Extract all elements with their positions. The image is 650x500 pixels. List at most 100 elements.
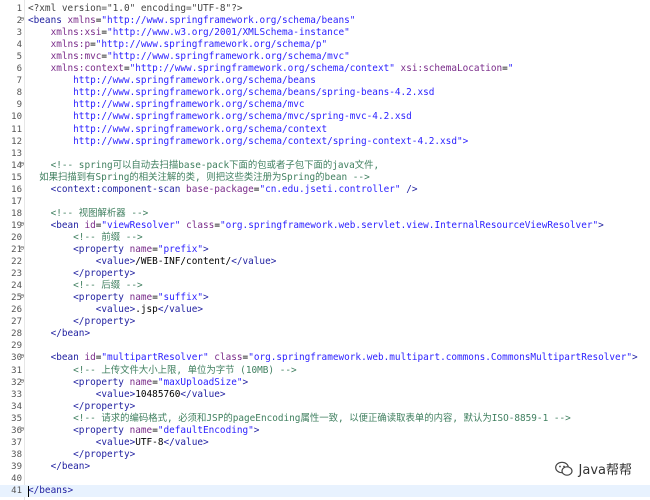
- fold-toggle-icon[interactable]: ⊖: [20, 377, 26, 384]
- code-line[interactable]: 36 ⊖ <property name="defaultEncoding">: [0, 425, 650, 437]
- code-line[interactable]: 21 ⊖ <property name="prefix">: [0, 244, 650, 256]
- fold-toggle-icon[interactable]: ⊖: [20, 245, 26, 252]
- code-token: /WEB-INF/content/: [135, 256, 232, 268]
- code-line[interactable]: 15 如果扫描到有Spring的相关注解的类, 则把这些类注册为Spring的b…: [0, 172, 650, 184]
- code-token: </value>: [180, 388, 226, 400]
- line-code: 如果扫描到有Spring的相关注解的类, 则把这些类注册为Spring的bean…: [28, 172, 369, 184]
- code-token: http://www.springframework.org/schema/co…: [28, 135, 469, 147]
- code-token: id: [84, 352, 96, 364]
- code-token: "http://www.springframework.org/schema/c…: [129, 63, 401, 75]
- code-line[interactable]: 38 </property>: [0, 449, 650, 461]
- code-line[interactable]: 34 </property>: [0, 401, 650, 413]
- code-token: .jsp: [135, 304, 158, 316]
- code-token: <bean: [50, 352, 85, 364]
- code-token: 10485760: [135, 388, 181, 400]
- fold-toggle-icon[interactable]: ⊖: [20, 16, 26, 23]
- code-line[interactable]: 17: [0, 196, 650, 208]
- code-line[interactable]: 9 http://www.springframework.org/schema/…: [0, 99, 650, 111]
- code-token: <!-- 请求的编码格式, 必须和JSP的pageEncoding属性一致, 以…: [28, 412, 571, 424]
- code-editor[interactable]: 1 <?xml version="1.0" encoding="UTF-8"?> 2…: [0, 0, 650, 500]
- line-code: <!-- 请求的编码格式, 必须和JSP的pageEncoding属性一致, 以…: [28, 413, 571, 425]
- code-token: </property>: [73, 448, 136, 460]
- fold-toggle-icon[interactable]: ⊖: [20, 353, 26, 360]
- line-code: <value>/WEB-INF/content/</value>: [28, 256, 277, 268]
- code-line[interactable]: 7 http://www.springframework.org/schema/…: [0, 75, 650, 87]
- line-number: 6: [16, 64, 22, 75]
- line-code: </property>: [28, 316, 135, 328]
- line-number: 14: [11, 160, 22, 171]
- code-token: </value>: [163, 436, 209, 448]
- fold-toggle-icon[interactable]: ⊖: [20, 160, 26, 167]
- line-code: <property name="prefix">: [28, 244, 209, 256]
- line-number: 40: [11, 473, 22, 484]
- line-number: 27: [11, 317, 22, 328]
- line-number: 9: [16, 100, 22, 111]
- code-token: "org.springframework.web.servlet.view.In…: [219, 219, 599, 231]
- line-code: <value>.jsp</value>: [28, 304, 203, 316]
- code-token: base-package: [186, 183, 254, 195]
- line-number: 4: [16, 40, 22, 51]
- code-line[interactable]: 23 </property>: [0, 268, 650, 280]
- code-line[interactable]: 25 ⊖ <property name="suffix">: [0, 292, 650, 304]
- line-number: 8: [16, 88, 22, 99]
- code-line[interactable]: 27 </property>: [0, 316, 650, 328]
- line-code: <!-- spring可以自动去扫描base-pack下面的包或者子包下面的ja…: [28, 160, 380, 172]
- fold-toggle-icon[interactable]: ⊖: [20, 425, 26, 432]
- code-line[interactable]: 12 http://www.springframework.org/schema…: [0, 136, 650, 148]
- code-line[interactable]: 16 <context:component-scan base-package=…: [0, 184, 650, 196]
- code-token: <value>: [95, 304, 136, 316]
- code-line[interactable]: 32 ⊖ <property name="maxUploadSize">: [0, 377, 650, 389]
- code-line[interactable]: 37 <value>UTF-8</value>: [0, 437, 650, 449]
- line-code: </property>: [28, 268, 135, 280]
- code-line[interactable]: 10 http://www.springframework.org/schema…: [0, 111, 650, 123]
- code-line[interactable]: 41 </beans>: [0, 485, 650, 497]
- code-line[interactable]: 11 http://www.springframework.org/schema…: [0, 124, 650, 136]
- code-line[interactable]: 5 xmlns:mvc="http://www.springframework.…: [0, 51, 650, 63]
- line-code: http://www.springframework.org/schema/be…: [28, 75, 316, 87]
- fold-toggle-icon[interactable]: ⊖: [20, 220, 26, 227]
- code-line[interactable]: 29: [0, 340, 650, 352]
- code-token: xmlns: [67, 15, 96, 27]
- code-line[interactable]: 14 ⊖ <!-- spring可以自动去扫描base-pack下面的包或者子包下…: [0, 160, 650, 172]
- code-line[interactable]: 28 </bean>: [0, 328, 650, 340]
- code-line[interactable]: 33 <value>10485760</value>: [0, 389, 650, 401]
- code-line[interactable]: 39 </bean>: [0, 461, 650, 473]
- code-line[interactable]: 30 ⊖ <bean id="multipartResolver" class="…: [0, 352, 650, 364]
- code-line[interactable]: 6 xmlns:context="http://www.springframew…: [0, 63, 650, 75]
- line-code: xmlns:xsi="http://www.w3.org/2001/XMLSch…: [28, 27, 350, 39]
- code-line[interactable]: 22 <value>/WEB-INF/content/</value>: [0, 256, 650, 268]
- code-token: </value>: [231, 256, 277, 268]
- fold-toggle-icon[interactable]: ⊖: [20, 293, 26, 300]
- code-line[interactable]: 1 <?xml version="1.0" encoding="UTF-8"?>: [0, 3, 650, 15]
- code-line[interactable]: 19 ⊖ <bean id="viewResolver" class="org.s…: [0, 220, 650, 232]
- code-token: xmlns:xsi: [50, 27, 102, 39]
- code-line[interactable]: 18 <!-- 视图解析器 -->: [0, 208, 650, 220]
- code-token: </value>: [157, 304, 203, 316]
- code-line[interactable]: 13: [0, 148, 650, 160]
- code-line[interactable]: 4 xmlns:p="http://www.springframework.or…: [0, 39, 650, 51]
- code-token: <value>: [95, 388, 136, 400]
- line-code: <value>UTF-8</value>: [28, 437, 209, 449]
- code-line[interactable]: 2 ⊖ <beans xmlns="http://www.springframewo…: [0, 15, 650, 27]
- code-line[interactable]: 20 <!-- 前缀 -->: [0, 232, 650, 244]
- code-line[interactable]: 3 xmlns:xsi="http://www.w3.org/2001/XMLS…: [0, 27, 650, 39]
- line-code: <value>10485760</value>: [28, 389, 226, 401]
- code-line[interactable]: 40: [0, 473, 650, 485]
- code-line[interactable]: 35 <!-- 请求的编码格式, 必须和JSP的pageEncoding属性一致…: [0, 413, 650, 425]
- code-line[interactable]: 24 <!-- 后缀 -->: [0, 280, 650, 292]
- line-number: 37: [11, 437, 22, 448]
- code-line[interactable]: 8 http://www.springframework.org/schema/…: [0, 87, 650, 99]
- code-line[interactable]: 26 <value>.jsp</value>: [0, 304, 650, 316]
- code-token: "http://www.w3.org/2001/XMLSchema-instan…: [107, 27, 350, 39]
- code-token: name: [129, 292, 153, 304]
- code-token: <!-- 后缀 -->: [28, 280, 143, 292]
- line-code: <!-- 上传文件大小上限, 单位为字节 (10MB) -->: [28, 365, 297, 377]
- code-line[interactable]: 31 <!-- 上传文件大小上限, 单位为字节 (10MB) -->: [0, 365, 650, 377]
